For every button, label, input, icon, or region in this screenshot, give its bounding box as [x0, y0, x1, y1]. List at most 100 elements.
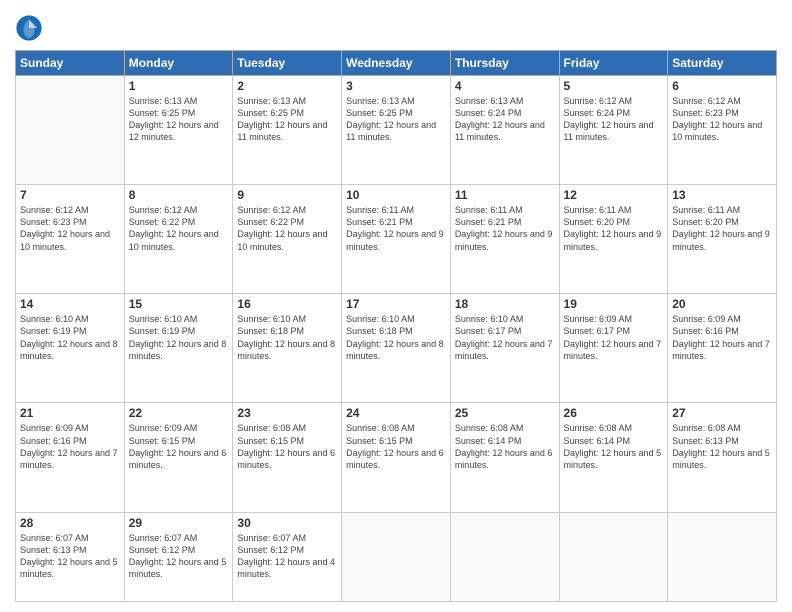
- col-tuesday: Tuesday: [233, 51, 342, 76]
- calendar-cell: 12Sunrise: 6:11 AM Sunset: 6:20 PM Dayli…: [559, 185, 668, 294]
- day-info: Sunrise: 6:10 AM Sunset: 6:19 PM Dayligh…: [129, 313, 229, 362]
- day-info: Sunrise: 6:12 AM Sunset: 6:24 PM Dayligh…: [564, 95, 664, 144]
- col-saturday: Saturday: [668, 51, 777, 76]
- day-number: 4: [455, 79, 555, 93]
- day-number: 30: [237, 516, 337, 530]
- day-number: 6: [672, 79, 772, 93]
- day-info: Sunrise: 6:12 AM Sunset: 6:22 PM Dayligh…: [129, 204, 229, 253]
- day-number: 15: [129, 297, 229, 311]
- calendar-cell: 11Sunrise: 6:11 AM Sunset: 6:21 PM Dayli…: [450, 185, 559, 294]
- day-info: Sunrise: 6:13 AM Sunset: 6:24 PM Dayligh…: [455, 95, 555, 144]
- calendar-cell: 21Sunrise: 6:09 AM Sunset: 6:16 PM Dayli…: [16, 403, 125, 512]
- calendar-week-row: 7 Sunrise: 6:12 AM Sunset: 6:23 PM Daylig…: [16, 185, 777, 294]
- calendar-week-row: 21Sunrise: 6:09 AM Sunset: 6:16 PM Dayli…: [16, 403, 777, 512]
- day-info: Sunrise: 6:12 AM Sunset: 6:23 PM Dayligh…: [672, 95, 772, 144]
- day-number: 3: [346, 79, 446, 93]
- col-monday: Monday: [124, 51, 233, 76]
- day-number: 16: [237, 297, 337, 311]
- calendar-cell: 19 Sunrise: 6:09 AM Sunset: 6:17 PM Dayli…: [559, 294, 668, 403]
- col-friday: Friday: [559, 51, 668, 76]
- day-number: 26: [564, 406, 664, 420]
- calendar-cell: [16, 76, 125, 185]
- logo-icon: [15, 14, 43, 42]
- calendar-cell: 15 Sunrise: 6:10 AM Sunset: 6:19 PM Dayli…: [124, 294, 233, 403]
- day-info: Sunrise: 6:08 AM Sunset: 6:14 PM Dayligh…: [455, 422, 555, 471]
- day-number: 7: [20, 188, 120, 202]
- calendar-cell: 9 Sunrise: 6:12 AM Sunset: 6:22 PM Daylig…: [233, 185, 342, 294]
- day-info: Sunrise: 6:07 AM Sunset: 6:12 PM Dayligh…: [129, 532, 229, 581]
- day-info: Sunrise: 6:11 AM Sunset: 6:21 PM Dayligh…: [346, 204, 446, 253]
- logo: [15, 14, 47, 42]
- day-number: 18: [455, 297, 555, 311]
- calendar-cell: 25 Sunrise: 6:08 AM Sunset: 6:14 PM Dayli…: [450, 403, 559, 512]
- day-number: 8: [129, 188, 229, 202]
- day-info: Sunrise: 6:09 AM Sunset: 6:16 PM Dayligh…: [672, 313, 772, 362]
- calendar-week-row: 1 Sunrise: 6:13 AM Sunset: 6:25 PM Daylig…: [16, 76, 777, 185]
- calendar-week-row: 14 Sunrise: 6:10 AM Sunset: 6:19 PM Dayli…: [16, 294, 777, 403]
- day-info: Sunrise: 6:11 AM Sunset: 6:20 PM Dayligh…: [672, 204, 772, 253]
- calendar-cell: 5 Sunrise: 6:12 AM Sunset: 6:24 PM Daylig…: [559, 76, 668, 185]
- calendar-cell: 24 Sunrise: 6:08 AM Sunset: 6:15 PM Dayli…: [342, 403, 451, 512]
- day-info: Sunrise: 6:08 AM Sunset: 6:14 PM Dayligh…: [564, 422, 664, 471]
- day-info: Sunrise: 6:12 AM Sunset: 6:22 PM Dayligh…: [237, 204, 337, 253]
- day-info: Sunrise: 6:08 AM Sunset: 6:13 PM Dayligh…: [672, 422, 772, 471]
- calendar-cell: 26 Sunrise: 6:08 AM Sunset: 6:14 PM Dayli…: [559, 403, 668, 512]
- day-number: 5: [564, 79, 664, 93]
- day-number: 21: [20, 406, 120, 420]
- calendar-cell: 1 Sunrise: 6:13 AM Sunset: 6:25 PM Daylig…: [124, 76, 233, 185]
- day-number: 29: [129, 516, 229, 530]
- calendar-cell: 8 Sunrise: 6:12 AM Sunset: 6:22 PM Daylig…: [124, 185, 233, 294]
- day-number: 13: [672, 188, 772, 202]
- col-sunday: Sunday: [16, 51, 125, 76]
- calendar-cell: [559, 512, 668, 601]
- day-number: 19: [564, 297, 664, 311]
- day-number: 1: [129, 79, 229, 93]
- day-number: 27: [672, 406, 772, 420]
- day-info: Sunrise: 6:10 AM Sunset: 6:18 PM Dayligh…: [346, 313, 446, 362]
- day-info: Sunrise: 6:10 AM Sunset: 6:18 PM Dayligh…: [237, 313, 337, 362]
- calendar-cell: 30 Sunrise: 6:07 AM Sunset: 6:12 PM Dayli…: [233, 512, 342, 601]
- calendar: Sunday Monday Tuesday Wednesday Thursday…: [15, 50, 777, 602]
- calendar-cell: 10Sunrise: 6:11 AM Sunset: 6:21 PM Dayli…: [342, 185, 451, 294]
- day-info: Sunrise: 6:09 AM Sunset: 6:15 PM Dayligh…: [129, 422, 229, 471]
- day-info: Sunrise: 6:09 AM Sunset: 6:17 PM Dayligh…: [564, 313, 664, 362]
- day-info: Sunrise: 6:11 AM Sunset: 6:21 PM Dayligh…: [455, 204, 555, 253]
- day-info: Sunrise: 6:10 AM Sunset: 6:17 PM Dayligh…: [455, 313, 555, 362]
- day-info: Sunrise: 6:13 AM Sunset: 6:25 PM Dayligh…: [129, 95, 229, 144]
- day-info: Sunrise: 6:08 AM Sunset: 6:15 PM Dayligh…: [237, 422, 337, 471]
- page: Sunday Monday Tuesday Wednesday Thursday…: [0, 0, 792, 612]
- day-info: Sunrise: 6:13 AM Sunset: 6:25 PM Dayligh…: [346, 95, 446, 144]
- day-info: Sunrise: 6:07 AM Sunset: 6:12 PM Dayligh…: [237, 532, 337, 581]
- col-thursday: Thursday: [450, 51, 559, 76]
- calendar-cell: 27 Sunrise: 6:08 AM Sunset: 6:13 PM Dayli…: [668, 403, 777, 512]
- calendar-cell: 7 Sunrise: 6:12 AM Sunset: 6:23 PM Daylig…: [16, 185, 125, 294]
- calendar-week-row: 28 Sunrise: 6:07 AM Sunset: 6:13 PM Dayli…: [16, 512, 777, 601]
- day-info: Sunrise: 6:11 AM Sunset: 6:20 PM Dayligh…: [564, 204, 664, 253]
- day-number: 23: [237, 406, 337, 420]
- calendar-cell: 22 Sunrise: 6:09 AM Sunset: 6:15 PM Dayli…: [124, 403, 233, 512]
- day-info: Sunrise: 6:08 AM Sunset: 6:15 PM Dayligh…: [346, 422, 446, 471]
- day-number: 25: [455, 406, 555, 420]
- day-info: Sunrise: 6:07 AM Sunset: 6:13 PM Dayligh…: [20, 532, 120, 581]
- day-number: 28: [20, 516, 120, 530]
- day-number: 22: [129, 406, 229, 420]
- calendar-cell: 23 Sunrise: 6:08 AM Sunset: 6:15 PM Dayli…: [233, 403, 342, 512]
- calendar-cell: [668, 512, 777, 601]
- day-info: Sunrise: 6:10 AM Sunset: 6:19 PM Dayligh…: [20, 313, 120, 362]
- calendar-cell: 4 Sunrise: 6:13 AM Sunset: 6:24 PM Daylig…: [450, 76, 559, 185]
- calendar-cell: 3 Sunrise: 6:13 AM Sunset: 6:25 PM Daylig…: [342, 76, 451, 185]
- calendar-cell: 17 Sunrise: 6:10 AM Sunset: 6:18 PM Dayli…: [342, 294, 451, 403]
- day-number: 14: [20, 297, 120, 311]
- calendar-cell: 13 Sunrise: 6:11 AM Sunset: 6:20 PM Dayli…: [668, 185, 777, 294]
- calendar-cell: 29 Sunrise: 6:07 AM Sunset: 6:12 PM Dayli…: [124, 512, 233, 601]
- calendar-cell: [450, 512, 559, 601]
- day-info: Sunrise: 6:12 AM Sunset: 6:23 PM Dayligh…: [20, 204, 120, 253]
- day-number: 9: [237, 188, 337, 202]
- calendar-cell: 28 Sunrise: 6:07 AM Sunset: 6:13 PM Dayli…: [16, 512, 125, 601]
- day-number: 24: [346, 406, 446, 420]
- day-number: 17: [346, 297, 446, 311]
- calendar-cell: [342, 512, 451, 601]
- calendar-cell: 2Sunrise: 6:13 AM Sunset: 6:25 PM Daylig…: [233, 76, 342, 185]
- day-number: 2: [237, 79, 337, 93]
- calendar-cell: 20Sunrise: 6:09 AM Sunset: 6:16 PM Dayli…: [668, 294, 777, 403]
